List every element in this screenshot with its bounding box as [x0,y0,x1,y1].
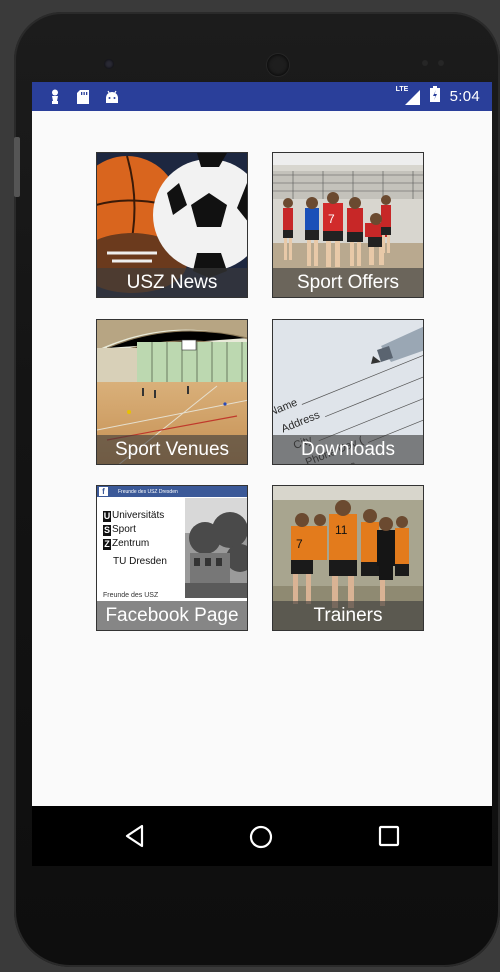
back-icon [125,824,144,848]
front-camera [104,59,114,69]
tile-label: Trainers [273,601,423,630]
tile-label: USZ News [97,268,247,297]
tile-label: Downloads [273,435,423,464]
clock: 5:04 [449,88,480,105]
facebook-icon: f [99,487,108,496]
svg-text:11: 11 [335,523,348,537]
back-button[interactable] [124,824,146,853]
home-icon [249,825,273,849]
tile-sport-offers[interactable]: 7 Sport Offers [272,152,424,298]
figure-icon [48,89,62,105]
facebook-header-text: Freunde des USZ Dresden [118,488,178,495]
tile-grid: USZ News 7 Sport Offers Sport Venues Nam… [32,111,492,806]
recents-icon [378,825,400,847]
navigation-bar [32,806,492,866]
status-bar: LTE 5:04 [32,82,492,111]
sd-card-icon [76,89,90,105]
signal-icon: LTE [396,86,420,105]
logo-line: Universitäts [112,510,165,521]
recents-button[interactable] [378,825,400,852]
tile-usz-news[interactable]: USZ News [96,152,248,298]
tile-trainers[interactable]: 7 11 Trainers [272,485,424,631]
tile-label: Sport Offers [273,268,423,297]
tile-facebook-page[interactable]: f Freunde des USZ Dresden U Universitäts… [96,485,248,631]
earpiece-speaker [267,54,289,76]
tile-label: Facebook Page [97,601,247,630]
facebook-header: f Freunde des USZ Dresden [97,486,247,497]
usz-logo: U Universitäts S Sport Z Zentrum TU Dres… [103,510,189,567]
tile-label: Sport Venues [97,435,247,464]
logo-line: Sport [112,524,136,535]
light-sensor [438,60,444,66]
android-icon [104,89,118,105]
battery-icon [429,86,440,107]
home-button[interactable] [248,824,274,855]
logo-line: Zentrum [112,538,150,549]
logo-line: TU Dresden [113,556,167,567]
building-photo [185,498,247,598]
proximity-sensor [422,60,428,66]
side-button [14,137,20,197]
facebook-footer-text: Freunde des USZ [103,592,159,599]
tile-downloads[interactable]: Name Address City Phone Day ( Address [272,319,424,465]
svg-text:7: 7 [296,537,303,551]
svg-text:7: 7 [328,212,335,226]
tile-sport-venues[interactable]: Sport Venues [96,319,248,465]
screen: LTE 5:04 USZ News 7 Sport Offers Sport V… [32,82,492,866]
